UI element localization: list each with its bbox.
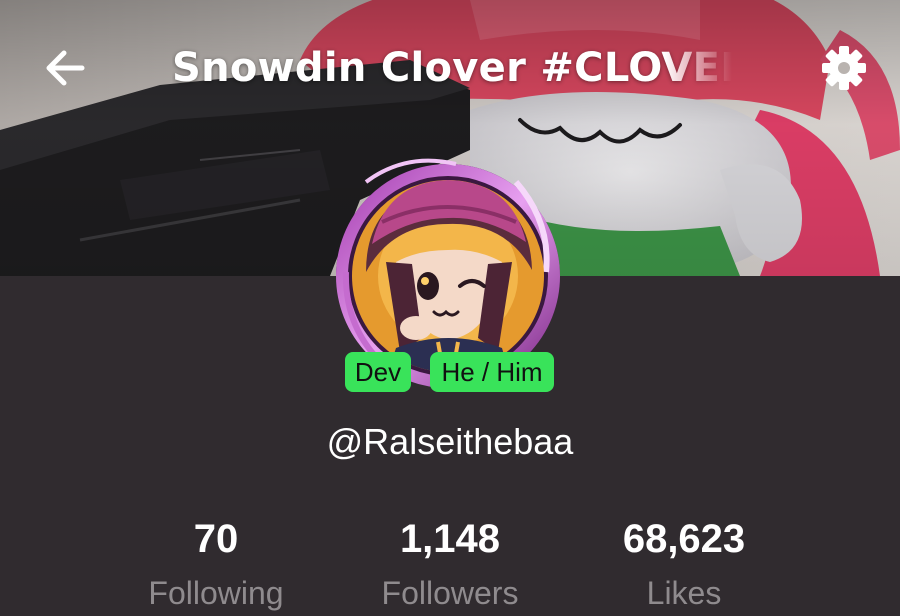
following-count: 70 (193, 517, 239, 561)
settings-button[interactable] (818, 42, 870, 94)
pronoun-badge: He / Him (430, 352, 554, 392)
followers-count: 1,148 (399, 517, 501, 561)
likes-count: 68,623 (622, 517, 746, 561)
back-button[interactable] (40, 44, 92, 92)
stat-following[interactable]: 70 Following (96, 514, 336, 616)
stat-likes[interactable]: 68,623 Likes (564, 514, 804, 616)
stat-followers[interactable]: 1,148 Followers (330, 514, 570, 616)
username: @Ralseithebaa (326, 421, 574, 462)
page-title: Snowdin Clover #CLOVER (172, 45, 732, 91)
arrow-left-icon (46, 50, 85, 86)
following-label: Following (148, 575, 284, 611)
profile-badges: Dev He / Him (0, 352, 900, 394)
header-bar: Snowdin Clover #CLOVER (0, 0, 900, 130)
likes-label: Likes (646, 575, 722, 611)
followers-label: Followers (381, 575, 519, 611)
dev-badge: Dev (345, 352, 411, 392)
gear-icon (822, 46, 866, 90)
profile-screen: Snowdin Clover #CLOVER Dev He / Him @Ral… (0, 0, 900, 616)
